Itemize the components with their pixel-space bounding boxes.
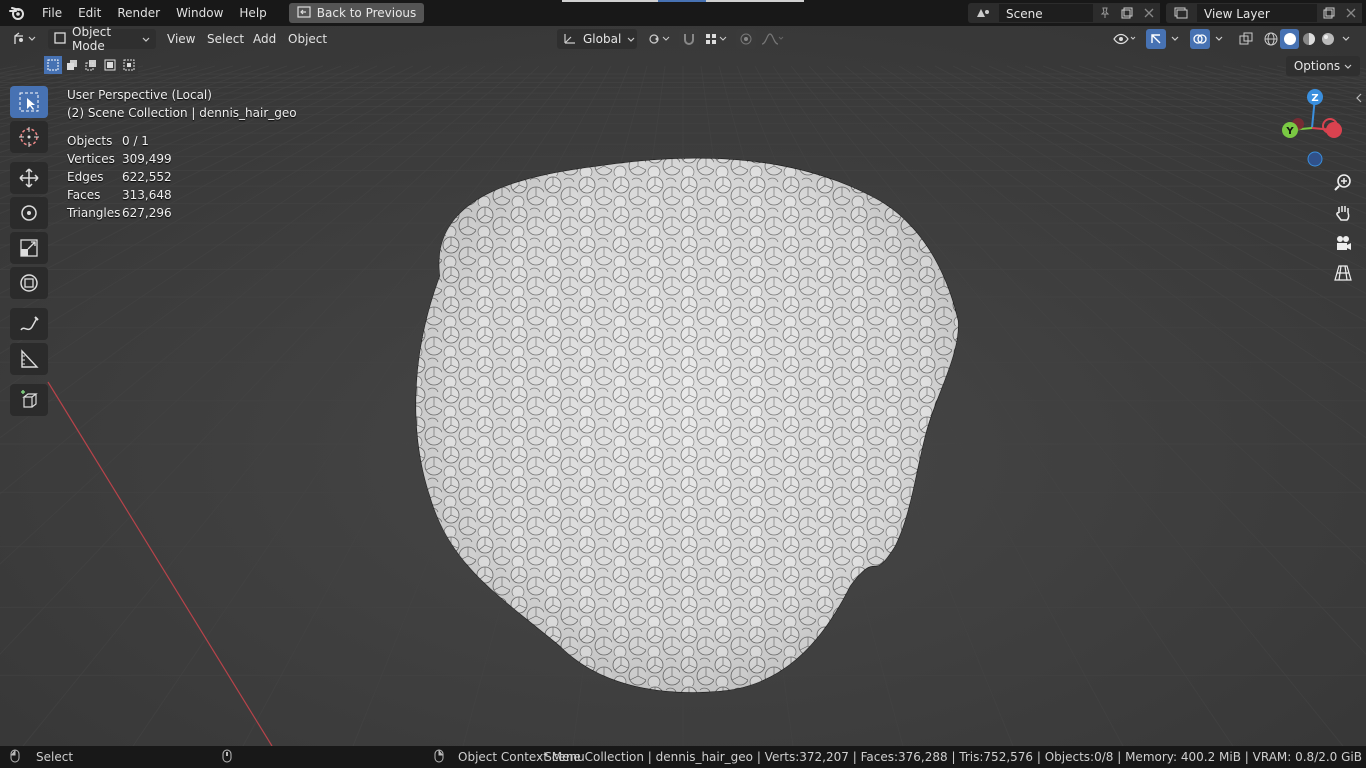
menu-add[interactable]: Add (246, 29, 283, 49)
move-tool-icon[interactable] (10, 162, 48, 194)
stats-row-edges: Edges 622,552 (67, 170, 172, 184)
viewport-grid (0, 26, 1366, 746)
view-layer-field[interactable]: View Layer (1196, 3, 1318, 23)
select-subtract-icon[interactable] (82, 56, 100, 74)
delete-scene-icon[interactable] (1138, 3, 1160, 23)
falloff-icon[interactable] (758, 29, 788, 49)
transform-tool-icon[interactable] (10, 267, 48, 299)
snap-target-icon[interactable] (701, 29, 731, 49)
status-bar: Select Object Context Menu Scene Collect… (0, 746, 1366, 768)
gizmo-y-label: Y (1285, 126, 1294, 137)
chevron-down-icon (142, 32, 150, 46)
tool-shelf (8, 86, 50, 419)
menu-edit[interactable]: Edit (70, 0, 109, 26)
stats-row-faces: Faces 313,648 (67, 188, 172, 202)
stats-row-triangles: Triangles 627,296 (67, 206, 172, 220)
collection-label: (2) Scene Collection | dennis_hair_geo (67, 106, 297, 120)
overlays-toggle-icon[interactable] (1190, 29, 1210, 49)
sidebar-toggle-icon[interactable] (1355, 92, 1365, 106)
gizmo-dropdown-icon[interactable] (1167, 29, 1183, 49)
shading-material-icon[interactable] (1299, 29, 1318, 49)
chevron-down-icon (627, 32, 635, 46)
status-select-label: Select (36, 750, 74, 764)
snap-icon[interactable] (679, 29, 699, 49)
orientation-icon (563, 32, 577, 47)
select-box-tool-icon[interactable] (10, 86, 48, 118)
annotate-tool-icon[interactable] (10, 308, 48, 340)
top-menu-bar: File Edit Render Window Help Back to Pre… (0, 0, 1366, 26)
menu-object[interactable]: Object (281, 29, 334, 49)
menu-help[interactable]: Help (231, 0, 274, 26)
back-to-previous-label: Back to Previous (316, 6, 417, 20)
cursor-tool-icon[interactable] (10, 121, 48, 153)
shading-rendered-icon[interactable] (1318, 29, 1337, 49)
add-cube-tool-icon[interactable] (10, 384, 48, 416)
workspace-tab-active[interactable] (658, 0, 706, 2)
scene-icon[interactable] (968, 3, 998, 23)
orientation-label: Global (583, 32, 622, 46)
back-to-previous-button[interactable]: Back to Previous (288, 3, 425, 23)
blender-logo-icon[interactable] (0, 0, 34, 26)
options-dropdown[interactable]: Options (1285, 56, 1360, 76)
options-label: Options (1293, 59, 1341, 73)
select-new-icon[interactable] (44, 56, 62, 74)
pin-icon[interactable] (1094, 3, 1116, 23)
viewport-header: Object Mode View Select Add Object Globa… (0, 26, 1366, 53)
scene-name-field[interactable]: Scene (998, 3, 1094, 23)
3d-viewport[interactable]: Object Mode View Select Add Object Globa… (0, 26, 1366, 746)
menu-file[interactable]: File (34, 0, 70, 26)
scene-statistics: Objects 0 / 1 Vertices 309,499 Edges 622,55… (67, 132, 172, 222)
status-scene-info: Scene Collection | dennis_hair_geo | Ver… (544, 750, 1362, 764)
menu-view[interactable]: View (160, 29, 202, 49)
back-icon (297, 5, 311, 21)
select-invert-icon[interactable] (101, 56, 119, 74)
select-intersect-icon[interactable] (120, 56, 138, 74)
new-view-layer-icon[interactable] (1318, 3, 1340, 23)
mouse-left-icon (10, 749, 20, 766)
stats-row-objects: Objects 0 / 1 (67, 134, 149, 148)
menu-select[interactable]: Select (200, 29, 251, 49)
selection-mode-buttons (44, 56, 138, 74)
camera-view-icon[interactable] (1330, 232, 1356, 254)
viewport-info-overlay: User Perspective (Local) (2) Scene Colle… (67, 86, 297, 122)
zoom-icon[interactable] (1330, 172, 1356, 194)
menu-render[interactable]: Render (109, 0, 168, 26)
status-middle-hint (222, 746, 232, 768)
status-select-hint: Select (10, 746, 73, 768)
shading-dropdown-icon[interactable] (1338, 29, 1354, 49)
perspective-label: User Perspective (Local) (67, 88, 212, 102)
pan-hand-icon[interactable] (1330, 202, 1356, 224)
proportional-editing-icon[interactable] (736, 29, 756, 49)
select-extend-icon[interactable] (63, 56, 81, 74)
shading-wireframe-icon[interactable] (1261, 29, 1280, 49)
editor-type-icon[interactable] (8, 29, 42, 49)
pivot-point-icon[interactable] (644, 29, 674, 49)
measure-tool-icon[interactable] (10, 343, 48, 375)
object-mode-icon (54, 31, 66, 47)
gizmo-toggle-icon[interactable] (1146, 29, 1166, 49)
mode-label: Object Mode (72, 26, 112, 53)
menu-window[interactable]: Window (168, 0, 231, 26)
stats-row-vertices: Vertices 309,499 (67, 152, 172, 166)
overlays-dropdown-icon[interactable] (1211, 29, 1227, 49)
perspective-toggle-icon[interactable] (1330, 262, 1356, 284)
xray-toggle-icon[interactable] (1236, 29, 1256, 49)
rotate-tool-icon[interactable] (10, 197, 48, 229)
new-scene-icon[interactable] (1116, 3, 1138, 23)
shading-solid-icon[interactable] (1280, 29, 1299, 49)
mouse-right-icon (434, 749, 444, 766)
chevron-down-icon (1344, 59, 1352, 73)
scene-selector: Scene (968, 3, 1160, 23)
transform-orientation-dropdown[interactable]: Global (557, 29, 637, 49)
view-layer-selector: View Layer (1166, 3, 1362, 23)
view-layer-icon[interactable] (1166, 3, 1196, 23)
scale-tool-icon[interactable] (10, 232, 48, 264)
navigation-gizmo[interactable]: Z Y (1276, 88, 1356, 172)
mouse-middle-icon (222, 749, 232, 766)
visibility-icon[interactable] (1110, 29, 1140, 49)
gizmo-z-label: Z (1311, 93, 1318, 104)
delete-view-layer-icon[interactable] (1340, 3, 1362, 23)
mode-dropdown[interactable]: Object Mode (48, 26, 156, 53)
navigation-controls (1330, 172, 1356, 284)
